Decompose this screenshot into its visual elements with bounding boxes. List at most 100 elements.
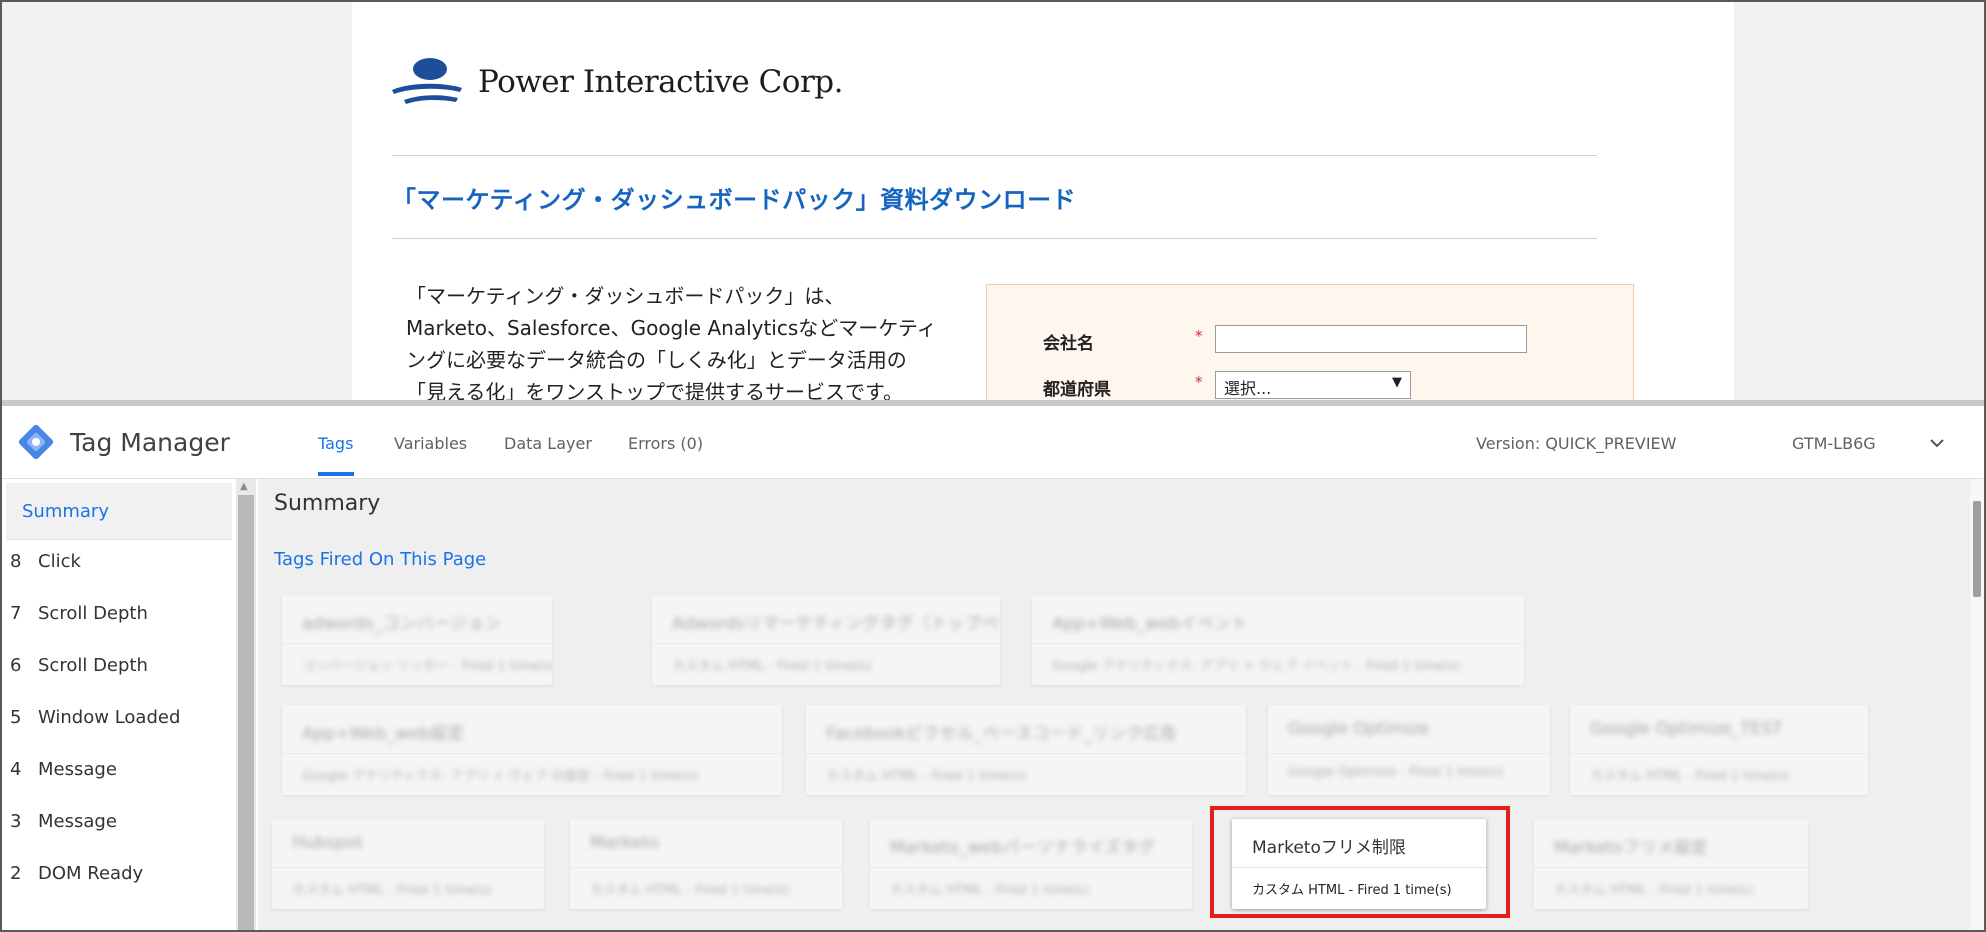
tag-detail: カスタム HTML - Fired 1 time(s) — [826, 769, 1026, 784]
tab-data-layer[interactable]: Data Layer — [504, 434, 592, 453]
caret-down-icon: ▼ — [1392, 375, 1402, 390]
tag-card[interactable]: Marketo_webパーソナライズタグ カスタム HTML - Fired 1… — [870, 819, 1192, 909]
tag-detail: カスタム HTML - Fired 1 time(s) — [292, 883, 492, 898]
event-number: 7 — [10, 603, 22, 624]
scrollbar-thumb[interactable] — [1973, 501, 1981, 597]
event-label: Scroll Depth — [38, 603, 148, 624]
tag-name: Marketoフリメ設定 — [1554, 838, 1708, 858]
logo-text: Power Interactive Corp. — [478, 64, 843, 100]
chevron-down-icon[interactable] — [1926, 432, 1948, 454]
divider — [1570, 753, 1868, 754]
tag-card[interactable]: App+Web_web設定 Google アナリティクス: アプリ + ウェブ … — [282, 705, 782, 795]
divider — [1232, 867, 1486, 868]
event-label: Message — [38, 811, 117, 832]
divider — [870, 867, 1192, 868]
sidebar-event-item[interactable]: 2 DOM Ready — [6, 855, 232, 899]
prefecture-label: 都道府県 — [1043, 380, 1111, 400]
scrollbar-thumb[interactable] — [238, 495, 254, 930]
divider — [392, 238, 1597, 239]
summary-main-panel: Summary Tags Fired On This Page adwords_… — [258, 479, 1984, 930]
intro-line: 「見える化」をワンストップで提供するサービスです。 — [406, 380, 903, 402]
sidebar-event-item[interactable]: 6 Scroll Depth — [6, 647, 232, 691]
company-logo[interactable]: Power Interactive Corp. — [390, 52, 843, 112]
main-scrollbar[interactable] — [1970, 479, 1984, 930]
intro-text: 「マーケティング・ダッシュボードパック」は、 Marketo、Salesforc… — [406, 280, 966, 402]
divider — [282, 643, 552, 644]
tag-detail: カスタム HTML - Fired 1 time(s) — [890, 883, 1090, 898]
intro-line: ングに必要なデータ統合の「しくみ化」とデータ活用の — [406, 348, 907, 372]
prefecture-select[interactable]: 選択... ▼ — [1215, 371, 1411, 399]
sidebar-event-item[interactable]: 4 Message — [6, 751, 232, 795]
intro-line: Marketo、Salesforce、Google Analyticsなどマーケ… — [406, 316, 937, 340]
divider — [1268, 753, 1550, 754]
container-id: GTM-LB6G — [1792, 434, 1876, 453]
tags-fired-heading: Tags Fired On This Page — [274, 549, 487, 570]
required-mark: * — [1195, 373, 1203, 391]
event-number: 8 — [10, 551, 22, 572]
tag-name: Marketoフリメ制限 — [1252, 838, 1406, 858]
divider — [1534, 867, 1808, 868]
tag-detail: Google Optimize - Fired 1 time(s) — [1288, 765, 1504, 780]
tag-manager-debug-panel: Tag Manager Tags Variables Data Layer Er… — [2, 406, 1984, 930]
tag-card[interactable]: App+Web_webイベント Google アナリティクス: アプリ + ウェ… — [1032, 595, 1524, 685]
tag-card-marketo-free-mail-limit[interactable]: Marketoフリメ制限 カスタム HTML - Fired 1 time(s) — [1232, 819, 1486, 909]
tag-card[interactable]: Google Optimize Google Optimize - Fired … — [1268, 705, 1550, 795]
tag-detail: Google アナリティクス: アプリ + ウェブ の設定 - Fired 1 … — [302, 769, 698, 784]
divider — [272, 867, 544, 868]
company-label: 会社名 — [1043, 334, 1094, 354]
event-label: Click — [38, 551, 81, 572]
event-label: DOM Ready — [38, 863, 144, 884]
tag-card[interactable]: adwords_コンバージョン コンバージョン リンカー - Fired 1 t… — [282, 595, 552, 685]
scroll-up-arrow-icon[interactable]: ▲ — [240, 481, 248, 492]
website-viewport[interactable]: Power Interactive Corp. 「マーケティング・ダッシュボード… — [2, 2, 1984, 402]
company-name-input[interactable] — [1215, 325, 1527, 353]
tag-name: App+Web_webイベント — [1052, 614, 1249, 634]
sidebar-event-item[interactable]: 5 Window Loaded — [6, 699, 232, 743]
website-page: Power Interactive Corp. 「マーケティング・ダッシュボード… — [352, 2, 1734, 402]
tab-errors[interactable]: Errors (0) — [628, 434, 703, 453]
event-timeline-sidebar: Summary 8 Click 7 Scroll Depth 6 Scroll … — [2, 479, 234, 930]
tag-detail: カスタム HTML - Fired 1 time(s) — [1554, 883, 1754, 898]
tag-name: Hubspot — [292, 833, 364, 853]
screenshot-frame: Power Interactive Corp. 「マーケティング・ダッシュボード… — [0, 0, 1986, 932]
divider — [1032, 643, 1524, 644]
divider — [806, 753, 1246, 754]
tag-manager-logo-icon — [18, 424, 54, 460]
active-tab-indicator — [318, 472, 354, 476]
tag-detail: Google アナリティクス: アプリ + ウェブ イベント - Fired 1… — [1052, 659, 1461, 674]
tag-detail: カスタム HTML - Fired 1 time(s) — [590, 883, 790, 898]
version-label: Version: QUICK_PREVIEW — [1476, 434, 1677, 453]
tab-variables[interactable]: Variables — [394, 434, 467, 453]
tag-card[interactable]: Google Optimize_TEST カスタム HTML - Fired 1… — [1570, 705, 1868, 795]
form-title: 「マーケティング・ダッシュボードパック」資料ダウンロード — [392, 186, 1077, 214]
event-number: 2 — [10, 863, 22, 884]
tag-name: Google Optimize_TEST — [1590, 719, 1783, 739]
tab-tags[interactable]: Tags — [318, 434, 353, 453]
tag-card[interactable]: Adwordsリマーケティングタグ（トップページ用） カスタム HTML - F… — [652, 595, 1000, 685]
sidebar-scrollbar[interactable]: ▲ — [236, 479, 256, 930]
tag-card[interactable]: Marketo カスタム HTML - Fired 1 time(s) — [570, 819, 842, 909]
divider — [282, 753, 782, 754]
intro-line: 「マーケティング・ダッシュボードパック」は、 — [406, 284, 845, 308]
tag-name: Adwordsリマーケティングタグ（トップページ用） — [672, 614, 1000, 634]
sidebar-item-label: Summary — [22, 501, 109, 522]
tag-card[interactable]: Hubspot カスタム HTML - Fired 1 time(s) — [272, 819, 544, 909]
tag-card[interactable]: Facebookピクセル_ベースコード_リンク広告 カスタム HTML - Fi… — [806, 705, 1246, 795]
tag-detail: カスタム HTML - Fired 1 time(s) — [1590, 769, 1790, 784]
prefecture-selected-value: 選択... — [1224, 379, 1272, 398]
event-number: 3 — [10, 811, 22, 832]
sidebar-event-item[interactable]: 7 Scroll Depth — [6, 595, 232, 639]
tag-name: Google Optimize — [1288, 719, 1430, 739]
tm-header: Tag Manager Tags Variables Data Layer Er… — [2, 406, 1984, 479]
sidebar-item-summary[interactable]: Summary — [6, 483, 232, 540]
event-number: 4 — [10, 759, 22, 780]
divider — [392, 155, 1597, 156]
divider — [652, 643, 1000, 644]
tag-name: Marketo_webパーソナライズタグ — [890, 838, 1155, 858]
sidebar-event-item[interactable]: 3 Message — [6, 803, 232, 847]
sidebar-event-item[interactable]: 8 Click — [6, 543, 232, 587]
event-label: Scroll Depth — [38, 655, 148, 676]
tag-detail: コンバージョン リンカー - Fired 1 time(s) — [302, 659, 552, 674]
tag-detail: カスタム HTML - Fired 1 time(s) — [1252, 883, 1452, 898]
tag-card[interactable]: Marketoフリメ設定 カスタム HTML - Fired 1 time(s) — [1534, 819, 1808, 909]
